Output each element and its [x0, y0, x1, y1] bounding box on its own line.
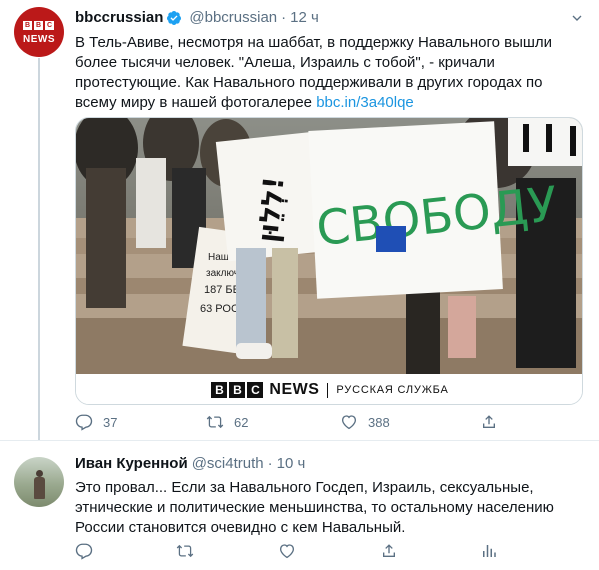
tweet-actions: 37 62 388 [75, 413, 505, 433]
separator-dot: · [281, 9, 287, 26]
reply-count: 37 [103, 414, 118, 430]
avatar[interactable] [14, 457, 64, 507]
protest-photo: Наши заключе 187 БЕЛ 63 РОСС לְלֵוּן! СВ… [76, 118, 582, 374]
like-count: 388 [368, 414, 390, 430]
tweet-time[interactable]: 12 ч [290, 9, 319, 26]
author-name[interactable]: Иван Куренной [75, 455, 188, 472]
retweet-button[interactable]: 62 [206, 413, 248, 431]
share-icon [383, 544, 395, 557]
author-handle[interactable]: @bbcrussian [189, 9, 277, 26]
reply-icon [75, 543, 93, 560]
heart-icon [341, 415, 357, 430]
tweet-text: Это провал... Если за Навального Госдеп,… [75, 479, 554, 536]
reply-button[interactable] [75, 542, 93, 560]
retweet-button[interactable] [176, 542, 194, 560]
tweet-photo[interactable]: Наши заключе 187 БЕЛ 63 РОСС לְלֵוּן! СВ… [75, 117, 583, 405]
caption-news: NEWS [269, 381, 320, 398]
tweet-text: В Тель-Авиве, несмотря на шаббат, в подд… [75, 33, 580, 113]
photo-caption-bar: B B C NEWS РУССКАЯ СЛУЖБА [76, 374, 582, 404]
reply-button[interactable]: 37 [75, 413, 117, 431]
retweet-icon [176, 544, 194, 558]
share-button[interactable] [380, 542, 398, 560]
tweet-body: В Тель-Авиве, несмотря на шаббат, в подд… [75, 34, 553, 111]
analytics-icon [483, 545, 496, 557]
tweet-actions [75, 542, 505, 562]
tweet-link[interactable]: bbc.in/3a40lqe [316, 94, 414, 111]
like-button[interactable] [278, 542, 296, 560]
caption-service: РУССКАЯ СЛУЖБА [336, 384, 449, 396]
logo-block: B [23, 21, 32, 30]
tweet-bbcrussian[interactable]: B B C NEWS bbccrussian @bbcrussian · 12 … [0, 0, 599, 440]
bbc-logo-blocks: B B C [211, 382, 264, 398]
share-icon [483, 415, 495, 428]
logo-block: B [211, 382, 228, 398]
author-name[interactable]: bbccrussian [75, 9, 163, 26]
verified-badge-icon [167, 10, 182, 25]
tweet-header: Иван Куренной @sci4truth · 10 ч [75, 455, 305, 472]
avatar[interactable]: B B C NEWS [14, 7, 64, 57]
share-button[interactable] [480, 413, 498, 431]
logo-block: C [247, 382, 264, 398]
analytics-button[interactable] [480, 542, 498, 560]
avatar-label: NEWS [23, 34, 55, 45]
caption-separator [327, 382, 329, 398]
avatar-figure [34, 477, 45, 499]
logo-block: B [229, 382, 246, 398]
author-handle[interactable]: @sci4truth [192, 455, 264, 472]
separator-dot: · [267, 455, 273, 472]
logo-block: B [34, 21, 43, 30]
bbc-logo-blocks: B B C [23, 21, 54, 30]
retweet-icon [206, 415, 224, 429]
like-button[interactable]: 388 [340, 413, 390, 431]
tweet-time[interactable]: 10 ч [277, 455, 306, 472]
hebrew-sign-text: לְלֵוּן! [251, 175, 291, 244]
avatar-figure [36, 470, 43, 477]
heart-icon [279, 544, 295, 559]
reply-icon [75, 414, 93, 431]
tweet-reply[interactable]: Иван Куренной @sci4truth · 10 ч Это пров… [0, 441, 599, 570]
thread-line [38, 58, 40, 440]
logo-block: C [45, 21, 54, 30]
retweet-count: 62 [234, 414, 249, 430]
chevron-down-icon[interactable] [569, 10, 585, 26]
tweet-header: bbccrussian @bbcrussian · 12 ч [75, 9, 319, 26]
